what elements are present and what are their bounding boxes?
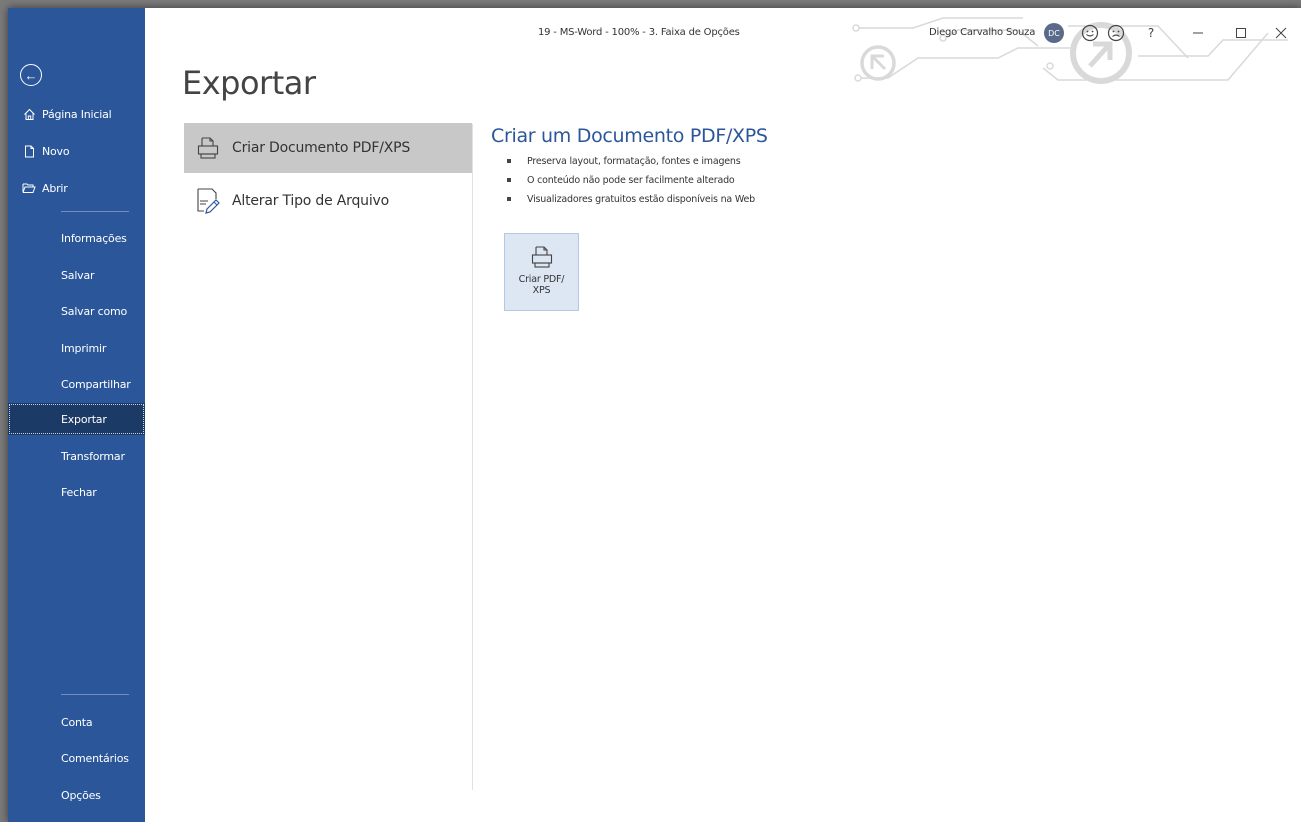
avatar[interactable]: DC <box>1044 23 1064 43</box>
list-item: Visualizadores gratuitos estão disponíve… <box>507 190 755 209</box>
minimize-button[interactable] <box>1183 21 1213 45</box>
sidebar-item-novo[interactable]: Novo <box>8 135 145 167</box>
sidebar-item-comentarios[interactable]: Comentários <box>8 742 145 774</box>
help-button[interactable]: ? <box>1141 21 1161 45</box>
sidebar-item-salvar-como[interactable]: Salvar como <box>8 295 145 327</box>
sidebar-item-label: Opções <box>61 788 101 802</box>
sidebar-item-imprimir[interactable]: Imprimir <box>8 332 145 364</box>
list-item: Preserva layout, formatação, fontes e im… <box>507 152 755 171</box>
change-file-type-icon <box>184 176 232 226</box>
sidebar-item-informacoes[interactable]: Informações <box>8 222 145 254</box>
sidebar-item-label: Imprimir <box>61 341 107 355</box>
create-pdf-xps-button[interactable]: Criar PDF/ XPS <box>504 233 579 311</box>
window-title: 19 - MS-Word - 100% - 3. Faixa de Opções <box>538 27 740 38</box>
back-arrow-icon[interactable]: ← <box>20 64 42 86</box>
sidebar-item-label: Informações <box>61 231 127 245</box>
sidebar-item-label: Exportar <box>61 412 107 426</box>
smiley-feedback-icon[interactable] <box>1078 21 1102 45</box>
sidebar-item-conta[interactable]: Conta <box>8 706 145 738</box>
frown-feedback-icon[interactable] <box>1104 21 1128 45</box>
sidebar-item-label: Comentários <box>61 751 129 765</box>
sidebar-item-pagina-inicial[interactable]: Página Inicial <box>8 98 145 130</box>
create-pdf-button-label: Criar PDF/ XPS <box>518 274 565 296</box>
panel-divider <box>472 124 473 790</box>
sidebar-item-opcoes[interactable]: Opções <box>8 779 145 811</box>
sidebar-item-abrir[interactable]: Abrir <box>8 172 145 204</box>
option-label: Criar Documento PDF/XPS <box>232 140 411 156</box>
sidebar-item-salvar[interactable]: Salvar <box>8 259 145 291</box>
option-alterar-tipo-de-arquivo[interactable]: Alterar Tipo de Arquivo <box>184 176 472 226</box>
sidebar-item-label: Abrir <box>42 181 68 195</box>
sidebar-item-label: Novo <box>42 144 70 158</box>
user-name[interactable]: Diego Carvalho Souza <box>929 27 1035 38</box>
option-criar-documento-pdf-xps[interactable]: Criar Documento PDF/XPS <box>184 123 472 173</box>
sidebar-divider <box>61 694 129 695</box>
sidebar-item-fechar[interactable]: Fechar <box>8 476 145 508</box>
sidebar-item-label: Compartilhar <box>61 377 131 391</box>
backstage-sidebar: ← Página Inicial Novo Abrir Informações … <box>8 8 145 822</box>
close-button[interactable] <box>1266 21 1296 45</box>
sidebar-item-label: Transformar <box>61 449 125 463</box>
folder-open-icon <box>22 181 36 195</box>
sidebar-item-label: Conta <box>61 715 93 729</box>
detail-title: Criar um Documento PDF/XPS <box>491 125 768 147</box>
home-icon <box>22 107 36 121</box>
new-document-icon <box>22 144 36 158</box>
sidebar-item-transformar[interactable]: Transformar <box>8 440 145 472</box>
sidebar-divider <box>61 211 129 212</box>
page-title: Exportar <box>182 64 316 102</box>
sidebar-item-compartilhar[interactable]: Compartilhar <box>8 368 145 400</box>
sidebar-item-label: Fechar <box>61 485 97 499</box>
pdf-printer-icon <box>529 244 555 270</box>
list-item: O conteúdo não pode ser facilmente alter… <box>507 171 755 190</box>
word-backstage-window: ← Página Inicial Novo Abrir Informações … <box>8 8 1301 822</box>
option-label: Alterar Tipo de Arquivo <box>232 193 389 209</box>
sidebar-item-label: Página Inicial <box>42 107 112 121</box>
sidebar-item-exportar[interactable]: Exportar <box>8 403 145 435</box>
detail-bullet-list: Preserva layout, formatação, fontes e im… <box>507 152 755 209</box>
sidebar-item-label: Salvar <box>61 268 95 282</box>
sidebar-item-label: Salvar como <box>61 304 128 318</box>
pdf-document-icon <box>184 123 232 173</box>
maximize-button[interactable] <box>1226 21 1256 45</box>
